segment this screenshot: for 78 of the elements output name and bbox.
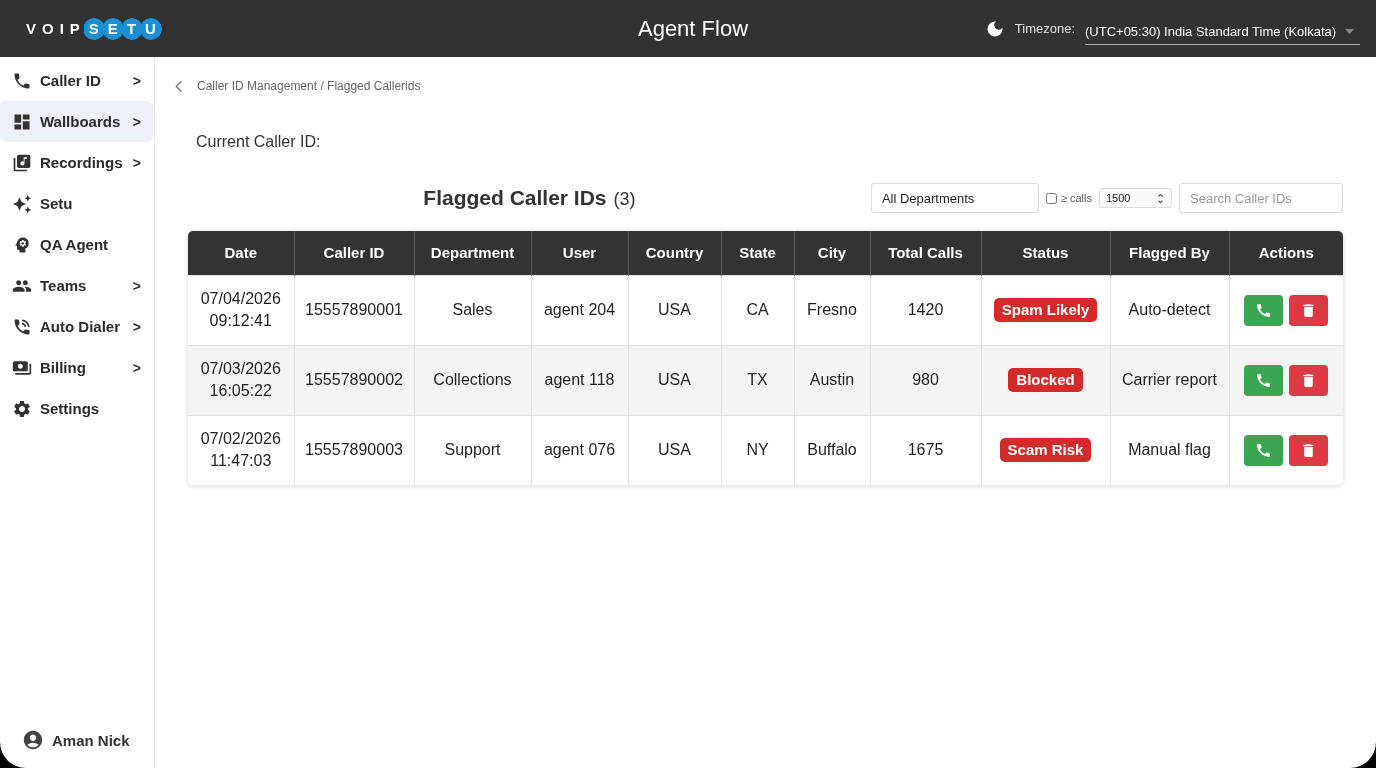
sidebar-item[interactable]: Auto Dialer >: [0, 306, 153, 347]
status-badge: Scam Risk: [999, 438, 1092, 463]
call-button[interactable]: [1244, 364, 1284, 396]
column-header: Total Calls: [870, 231, 981, 275]
breadcrumb: Caller ID Management / Flagged Callerids: [197, 79, 421, 93]
table-cell: 980: [870, 345, 981, 415]
status-badge: Spam Likely: [993, 298, 1098, 322]
column-header: Flagged By: [1110, 231, 1229, 275]
column-header: State: [721, 231, 794, 275]
delete-button[interactable]: [1289, 434, 1329, 466]
phone-icon: [1255, 441, 1273, 459]
settings-icon: [12, 398, 32, 419]
table-cell: 15557890002: [294, 345, 414, 415]
column-header: City: [794, 231, 870, 275]
table-cell: 07/03/2026 16:05:22: [188, 345, 294, 415]
search-field[interactable]: Search Caller IDs: [1179, 183, 1343, 213]
sidebar-item[interactable]: Billing >: [0, 347, 153, 388]
table-cell: agent 118: [531, 345, 628, 415]
sidebar-item[interactable]: Caller ID >: [0, 60, 153, 101]
column-header: Department: [414, 231, 531, 275]
sidebar-item[interactable]: Recordings >: [0, 142, 153, 183]
table-cell: 07/04/2026 09:12:41: [188, 275, 294, 345]
table-cell: Auto-detect: [1110, 275, 1229, 345]
department-select[interactable]: All Departments: [870, 183, 1039, 213]
timezone-label: Timezone:: [1014, 21, 1075, 36]
column-header: Date: [188, 231, 294, 275]
caret-icon: [1345, 29, 1354, 34]
sparkle-icon: [12, 193, 32, 214]
phone-icon: [1255, 301, 1273, 319]
calls-checkbox[interactable]: [1045, 192, 1057, 204]
calls-threshold-field[interactable]: 1500: [1099, 188, 1172, 208]
sidebar-item[interactable]: Wallboards >: [0, 101, 153, 142]
call-button[interactable]: [1244, 434, 1284, 466]
column-header: Actions: [1229, 231, 1343, 275]
table-cell: 1675: [870, 415, 981, 485]
table-cell: Sales: [414, 275, 531, 345]
record-count: (3): [613, 189, 636, 209]
column-header: User: [531, 231, 628, 275]
table-cell: 07/02/2026 11:47:03: [188, 415, 294, 485]
table-cell: 1420: [870, 275, 981, 345]
table-cell: Manual flag: [1110, 415, 1229, 485]
user-menu[interactable]: Aman Nick: [0, 729, 154, 751]
table-cell: NY: [721, 415, 794, 485]
table-cell: 15557890003: [294, 415, 414, 485]
table-cell: Fresno: [794, 275, 870, 345]
account-icon: [22, 729, 44, 751]
column-header: Caller ID: [294, 231, 414, 275]
table-cell: Support: [414, 415, 531, 485]
app-title: Agent Flow: [637, 15, 749, 42]
call-button[interactable]: [1244, 294, 1284, 326]
sidebar-item[interactable]: Teams >: [0, 265, 153, 306]
column-header: Status: [981, 231, 1110, 275]
table-cell: Austin: [794, 345, 870, 415]
sidebar-item[interactable]: Setu: [0, 183, 153, 224]
delete-button[interactable]: [1289, 294, 1329, 326]
logo: VOIP SETU: [26, 17, 165, 40]
table-cell: USA: [628, 415, 721, 485]
table-cell: Carrier report: [1110, 345, 1229, 415]
calls-filter-label: ≥ calls: [1060, 192, 1092, 204]
table-cell: TX: [721, 345, 794, 415]
sidebar-item[interactable]: Settings: [0, 388, 153, 429]
table-cell: 15557890001: [294, 275, 414, 345]
table-cell: Buffalo: [794, 415, 870, 485]
table-cell: agent 076: [531, 415, 628, 485]
phone-icon: [1255, 371, 1273, 389]
current-caller-id-label: Current Caller ID:: [196, 133, 321, 151]
table-cell: USA: [628, 345, 721, 415]
table-cell: CA: [721, 275, 794, 345]
music-library-icon: [12, 152, 32, 173]
status-badge: Blocked: [1008, 368, 1083, 392]
column-header: Country: [628, 231, 721, 275]
delete-button[interactable]: [1289, 364, 1329, 396]
timezone-select[interactable]: (UTC+05:30) India Standard Time (Kolkata): [1085, 18, 1360, 45]
table-cell: agent 204: [531, 275, 628, 345]
sidebar-item[interactable]: QA Agent: [0, 224, 153, 265]
table-cell: USA: [628, 275, 721, 345]
table-cell: Collections: [414, 345, 531, 415]
table-title: Flagged Caller IDs: [423, 186, 607, 209]
